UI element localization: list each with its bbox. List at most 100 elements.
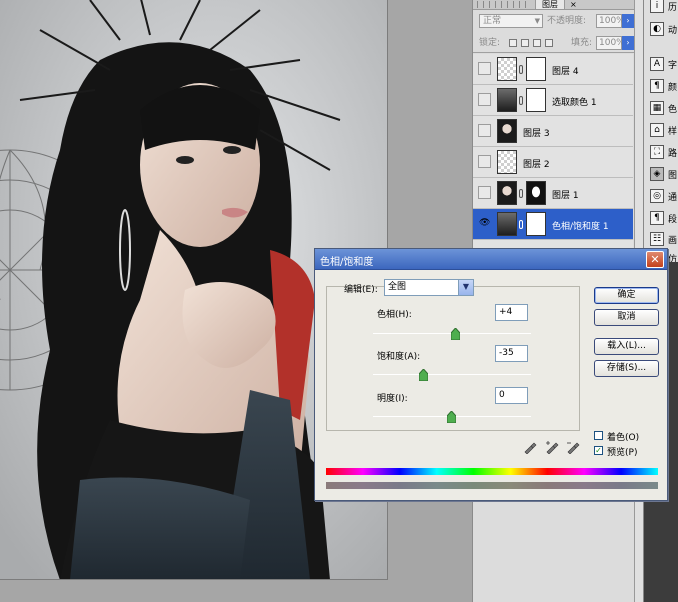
visibility-toggle[interactable]: [478, 124, 491, 137]
lightness-label: 明度(I):: [377, 394, 408, 404]
colorize-checkbox[interactable]: [594, 431, 603, 440]
edit-select-value: 全图: [388, 282, 407, 292]
saturation-slider-track[interactable]: [373, 374, 531, 375]
fill-arrow-icon[interactable]: ›: [622, 36, 634, 50]
lock-all-icon[interactable]: [545, 39, 553, 47]
fill-field[interactable]: 100%: [596, 36, 625, 50]
eye-icon[interactable]: 👁: [478, 217, 491, 230]
dock-label: 字: [668, 61, 678, 71]
layer-name: 图层 1: [552, 191, 579, 201]
dock-item-actions[interactable]: ◐ 动: [648, 19, 678, 39]
paragraph-icon: ¶: [650, 211, 664, 225]
layer-row[interactable]: 图层 1: [473, 178, 633, 209]
actions-icon: ◐: [650, 22, 664, 36]
lightness-input[interactable]: 0: [495, 387, 528, 404]
opacity-field[interactable]: 100%: [596, 14, 625, 28]
dock-item-history[interactable]: i历: [648, 0, 678, 16]
save-button[interactable]: 存储(S)...: [594, 360, 659, 377]
adjustment-thumbnail: [497, 88, 517, 112]
layer-row[interactable]: 选取颜色 1: [473, 85, 633, 116]
edit-select[interactable]: 全图 ▼: [384, 279, 474, 296]
dock-label: 路: [668, 149, 678, 159]
layer-thumbnail: [497, 150, 517, 174]
preview-label: 预览(P): [607, 448, 638, 458]
blend-mode-select[interactable]: 正常 ▼: [479, 14, 543, 28]
dialog-titlebar[interactable]: 色相/饱和度 ✕: [315, 249, 667, 270]
visibility-toggle[interactable]: [478, 186, 491, 199]
tab-layers[interactable]: 图层: [535, 0, 565, 10]
lock-transparent-icon[interactable]: [509, 39, 517, 47]
swatches-icon: ▦: [650, 101, 664, 115]
cancel-button[interactable]: 取消: [594, 309, 659, 326]
layer-name: 图层 3: [523, 129, 550, 139]
opacity-label: 不透明度:: [547, 16, 587, 26]
styles-icon: ⌂: [650, 123, 664, 137]
layer-name: 图层 4: [552, 67, 579, 77]
layer-mask-thumbnail[interactable]: [526, 88, 546, 112]
lock-paint-icon[interactable]: [521, 39, 529, 47]
dock-label: 历: [668, 3, 678, 13]
tab-close-icon[interactable]: ×: [570, 0, 577, 9]
link-icon: [519, 65, 523, 74]
opacity-arrow-icon[interactable]: ›: [622, 14, 634, 28]
chevron-down-icon: ▼: [534, 17, 540, 25]
dock-item-paragraph[interactable]: ¶ 段: [648, 208, 678, 228]
dock-label: 动: [668, 26, 678, 36]
input-spectrum-bar: [326, 468, 658, 475]
fill-label: 填充:: [571, 38, 593, 48]
info-icon: i: [650, 0, 664, 13]
layer-row[interactable]: 👁 色相/饱和度 1: [473, 209, 633, 240]
ruler-ticks: [477, 1, 531, 8]
dock-item-swatches[interactable]: ▦ 色: [648, 98, 678, 118]
dock-label: 段: [668, 215, 678, 225]
saturation-input[interactable]: -35: [495, 345, 528, 362]
channels-icon: ◎: [650, 189, 664, 203]
lock-icons: [509, 39, 557, 48]
dock-item-channels[interactable]: ◎ 通: [648, 186, 678, 206]
dock-item-character[interactable]: A字: [648, 54, 678, 74]
layer-mask-thumbnail[interactable]: [526, 212, 546, 236]
saturation-slider-thumb[interactable]: [419, 369, 428, 381]
lock-label: 锁定:: [479, 38, 501, 48]
dock-label: 样: [668, 127, 678, 137]
visibility-toggle[interactable]: [478, 155, 491, 168]
edit-label: 编辑(E):: [344, 285, 378, 295]
eyedropper-icon[interactable]: [523, 440, 537, 454]
eyedropper-plus-icon[interactable]: [545, 440, 559, 454]
dock-label: 图: [668, 171, 678, 181]
lock-move-icon[interactable]: [533, 39, 541, 47]
visibility-toggle[interactable]: [478, 93, 491, 106]
hue-label: 色相(H):: [377, 310, 412, 320]
hue-input[interactable]: +4: [495, 304, 528, 321]
layer-row[interactable]: 图层 4: [473, 54, 633, 85]
link-icon: [519, 96, 523, 105]
layers-list: 图层 4 选取颜色 1 图层 3 图层 2 图层 1 👁 色相/饱和度 1: [473, 54, 633, 250]
ok-button[interactable]: 确定: [594, 287, 659, 304]
adjustment-group: [326, 286, 580, 431]
layer-row[interactable]: 图层 3: [473, 116, 633, 147]
layer-name: 选取颜色 1: [552, 98, 597, 108]
eyedropper-minus-icon[interactable]: [566, 440, 580, 454]
visibility-toggle[interactable]: [478, 62, 491, 75]
load-button[interactable]: 载入(L)...: [594, 338, 659, 355]
layer-mask-thumbnail[interactable]: [526, 57, 546, 81]
dock-item-color[interactable]: ¶ 颜: [648, 76, 678, 96]
panel-tabstrip: 图层 ×: [473, 0, 635, 10]
chevron-down-icon: ▼: [458, 280, 473, 295]
blend-mode-value: 正常: [483, 16, 502, 26]
dock-item-paths[interactable]: ⛶ 路: [648, 142, 678, 162]
color-icon: ¶: [650, 79, 664, 93]
dock-item-styles[interactable]: ⌂ 样: [648, 120, 678, 140]
hue-slider-thumb[interactable]: [451, 328, 460, 340]
saturation-label: 饱和度(A):: [377, 352, 421, 362]
dock-item-brushes[interactable]: ☷ 画: [648, 229, 678, 249]
dock-item-layers[interactable]: ◈ 图: [648, 164, 678, 184]
close-icon[interactable]: ✕: [646, 251, 664, 268]
preview-checkbox[interactable]: ✓: [594, 446, 603, 455]
layer-thumbnail: [497, 119, 517, 143]
lightness-slider-thumb[interactable]: [447, 411, 456, 423]
layer-mask-thumbnail[interactable]: [526, 181, 546, 205]
hue-saturation-dialog: 色相/饱和度 ✕ 编辑(E): 全图 ▼ 色相(H): +4 饱和度(A): -…: [314, 248, 668, 501]
link-icon: [519, 220, 523, 229]
layer-row[interactable]: 图层 2: [473, 147, 633, 178]
